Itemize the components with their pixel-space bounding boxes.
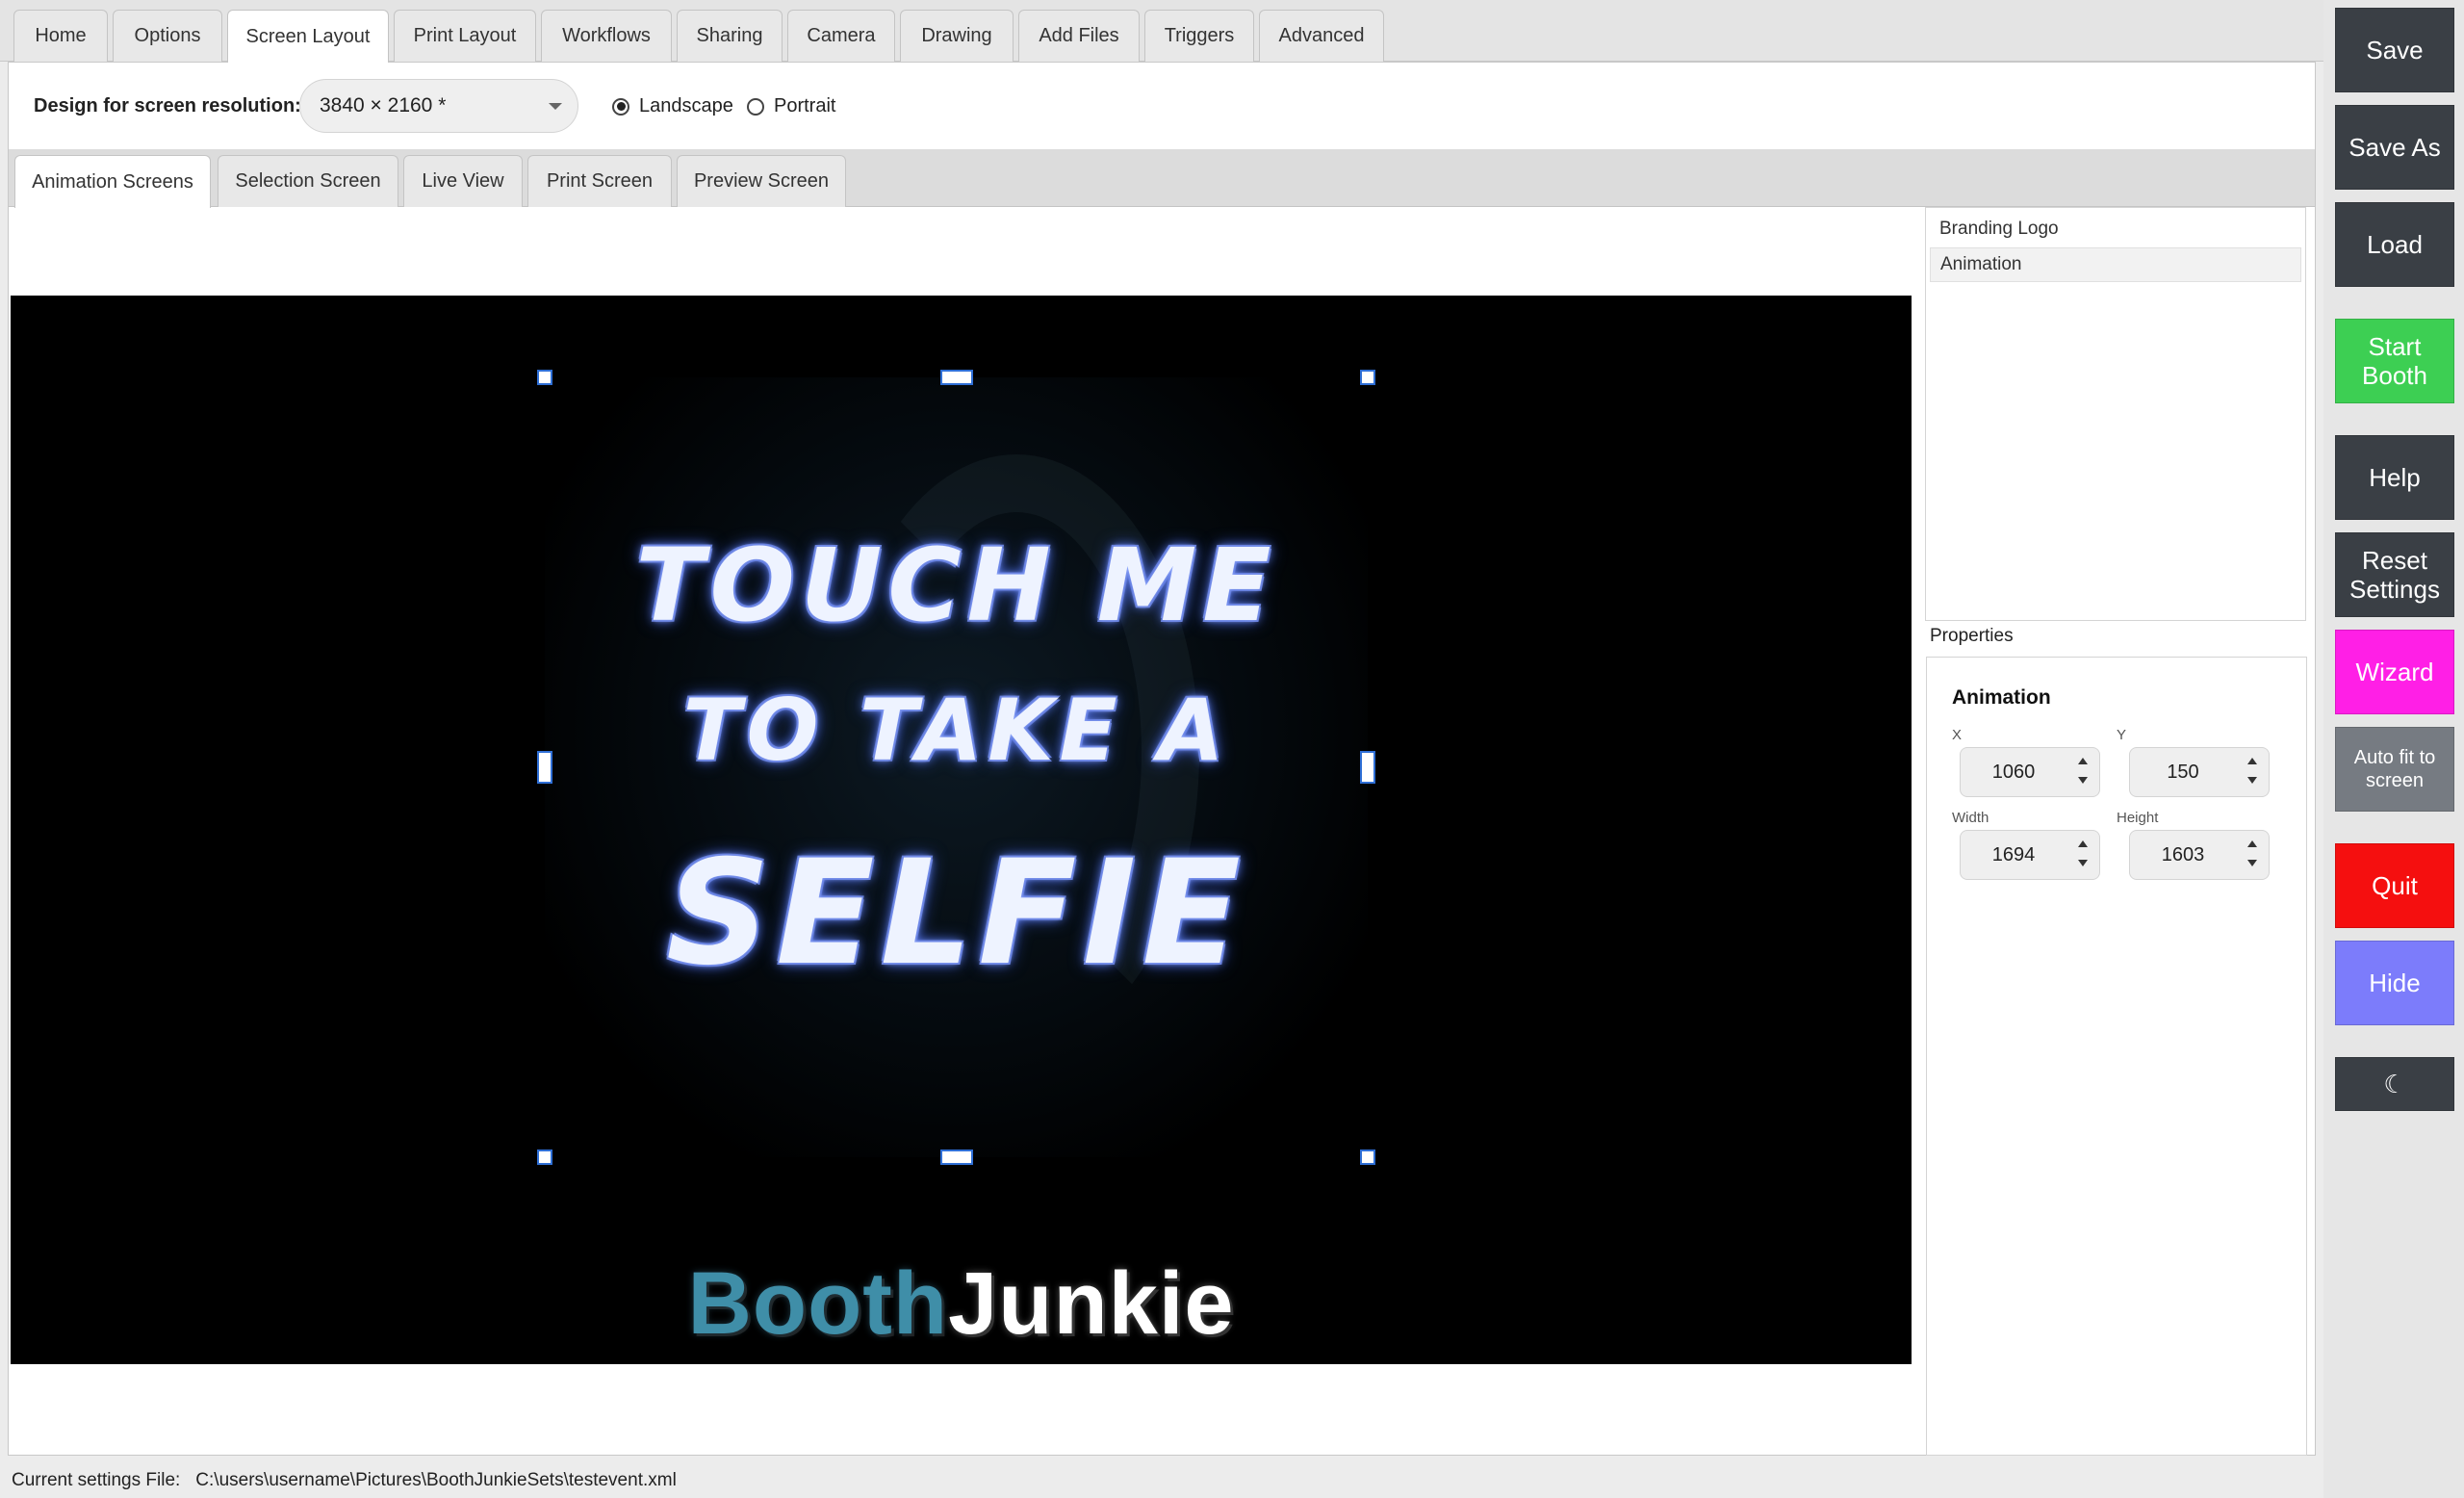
tab-animation-screens[interactable]: Animation Screens	[14, 155, 211, 208]
height-stepper[interactable]: 1603	[2129, 830, 2270, 880]
tab-print-layout[interactable]: Print Layout	[394, 10, 536, 62]
arrow-up-icon[interactable]	[2247, 840, 2257, 847]
layer-item-branding-logo[interactable]: Branding Logo	[1930, 212, 2301, 246]
start-booth-button[interactable]: Start Booth	[2335, 319, 2454, 403]
resize-handle-top-left[interactable]	[537, 370, 552, 385]
quit-button[interactable]: Quit	[2335, 843, 2454, 928]
branding-logo-part1: Booth	[687, 1254, 949, 1353]
top-tab-bar: Home Options Screen Layout Print Layout …	[0, 0, 2323, 63]
x-stepper[interactable]: 1060	[1960, 747, 2100, 797]
resize-handle-top[interactable]	[940, 370, 973, 385]
arrow-up-icon[interactable]	[2078, 758, 2088, 764]
tab-live-view[interactable]: Live View	[403, 155, 523, 207]
animation-text-line-2: to take a	[682, 681, 1230, 780]
landscape-radio[interactable]: Landscape	[612, 95, 733, 117]
tab-add-files[interactable]: Add Files	[1018, 10, 1140, 62]
tab-drawing[interactable]: Drawing	[900, 10, 1014, 62]
load-button[interactable]: Load	[2335, 202, 2454, 287]
resize-handle-top-right[interactable]	[1360, 370, 1375, 385]
branding-logo[interactable]: BoothJunkie	[11, 1253, 1912, 1355]
hide-button[interactable]: Hide	[2335, 941, 2454, 1025]
x-label: X	[1952, 727, 1963, 743]
radio-selected-icon	[612, 97, 629, 116]
arrow-down-icon[interactable]	[2247, 860, 2257, 866]
layers-list: Branding Logo Animation	[1925, 207, 2306, 621]
arrow-down-icon[interactable]	[2247, 777, 2257, 784]
arrow-up-icon[interactable]	[2247, 758, 2257, 764]
width-label: Width	[1952, 810, 1989, 826]
resize-handle-left[interactable]	[537, 751, 552, 784]
screen-layout-panel: Design for screen resolution: 3840 × 216…	[8, 62, 2316, 1456]
tab-options[interactable]: Options	[113, 10, 222, 62]
resize-handle-bottom-left[interactable]	[537, 1149, 552, 1165]
arrow-down-icon[interactable]	[2078, 860, 2088, 866]
tab-print-screen[interactable]: Print Screen	[527, 155, 672, 207]
reset-settings-button[interactable]: Reset Settings	[2335, 532, 2454, 617]
animation-text-line-1: Touch me	[635, 527, 1277, 644]
x-value: 1060	[1991, 761, 2036, 783]
tab-camera[interactable]: Camera	[787, 10, 895, 62]
properties-panel: Animation X 1060 Y 150 Width 1694 Height…	[1926, 657, 2307, 1456]
portrait-label: Portrait	[774, 95, 836, 116]
screen-preview-canvas[interactable]: Touch me to take a Selfie BoothJunkie	[11, 296, 1912, 1364]
tab-triggers[interactable]: Triggers	[1144, 10, 1254, 62]
height-value: 1603	[2161, 843, 2205, 865]
arrow-up-icon[interactable]	[2078, 840, 2088, 847]
resolution-value: 3840 × 2160 *	[320, 94, 447, 116]
tab-screen-layout[interactable]: Screen Layout	[227, 10, 389, 63]
y-stepper[interactable]: 150	[2129, 747, 2270, 797]
save-as-button[interactable]: Save As	[2335, 105, 2454, 190]
status-bar: Current settings File: C:\users\username…	[12, 1470, 677, 1491]
landscape-label: Landscape	[639, 95, 733, 116]
chevron-down-icon	[549, 103, 562, 110]
resize-handle-bottom-right[interactable]	[1360, 1149, 1375, 1165]
save-button[interactable]: Save	[2335, 8, 2454, 92]
screen-sub-tabs: Animation Screens Selection Screen Live …	[9, 149, 2315, 208]
width-stepper[interactable]: 1694	[1960, 830, 2100, 880]
properties-title: Properties	[1930, 626, 2014, 646]
resolution-label: Design for screen resolution:	[34, 95, 301, 116]
resize-handle-right[interactable]	[1360, 751, 1375, 784]
tab-preview-screen[interactable]: Preview Screen	[677, 155, 846, 207]
tab-workflows[interactable]: Workflows	[541, 10, 672, 62]
properties-heading: Animation	[1952, 686, 2051, 709]
moon-icon: ☾	[2383, 1070, 2406, 1098]
theme-toggle-button[interactable]: ☾	[2335, 1057, 2454, 1111]
width-value: 1694	[1991, 843, 2036, 865]
action-sidebar: Save Save As Load Start Booth Help Reset…	[2323, 0, 2464, 1498]
resize-handle-bottom[interactable]	[940, 1149, 973, 1165]
tab-home[interactable]: Home	[13, 10, 108, 62]
resolution-bar: Design for screen resolution: 3840 × 216…	[9, 63, 2315, 149]
tab-sharing[interactable]: Sharing	[677, 10, 783, 62]
radio-unselected-icon	[747, 97, 764, 116]
settings-file-label: Current settings File:	[12, 1470, 181, 1490]
settings-file-path: C:\users\username\Pictures\BoothJunkieSe…	[195, 1470, 677, 1490]
arrow-down-icon[interactable]	[2078, 777, 2088, 784]
portrait-radio[interactable]: Portrait	[747, 95, 835, 117]
auto-fit-button[interactable]: Auto fit to screen	[2335, 727, 2454, 812]
layer-item-animation[interactable]: Animation	[1930, 247, 2301, 282]
help-button[interactable]: Help	[2335, 435, 2454, 520]
y-value: 150	[2167, 761, 2199, 783]
height-label: Height	[2117, 810, 2159, 826]
resolution-dropdown[interactable]: 3840 × 2160 *	[299, 79, 578, 133]
y-label: Y	[2117, 727, 2127, 743]
tab-advanced[interactable]: Advanced	[1259, 10, 1384, 62]
branding-logo-part2: Junkie	[948, 1254, 1235, 1353]
animation-text-line-3: Selfie	[666, 830, 1246, 997]
tab-selection-screen[interactable]: Selection Screen	[218, 155, 398, 207]
wizard-button[interactable]: Wizard	[2335, 630, 2454, 714]
animation-element[interactable]: Touch me to take a Selfie	[545, 377, 1368, 1157]
